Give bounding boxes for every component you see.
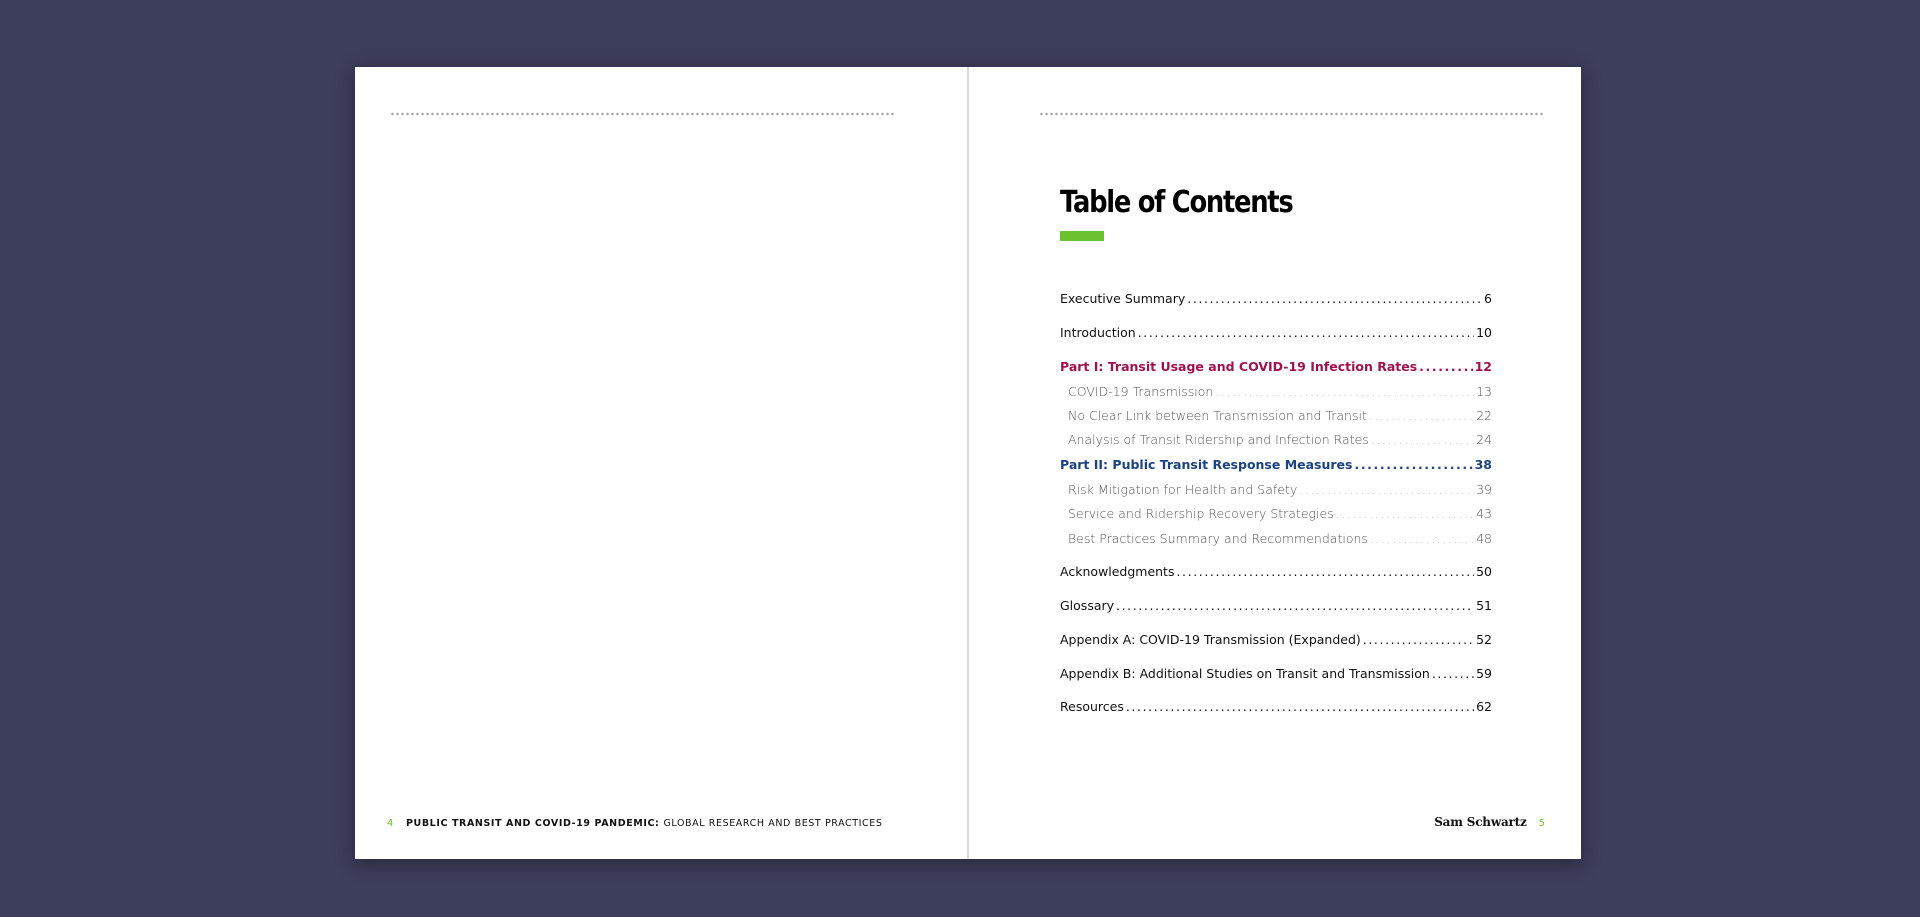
toc-entry-page: 6	[1484, 291, 1492, 306]
toc-entry-label: Introduction	[1060, 325, 1136, 340]
toc-leader	[1369, 408, 1474, 423]
toc-sub-entry[interactable]: Service and Ridership Recovery Strategie…	[1068, 506, 1492, 521]
toc-entry[interactable]: Introduction 10	[1060, 325, 1492, 340]
toc-entry-label: Executive Summary	[1060, 291, 1186, 306]
toc-leader	[1215, 384, 1474, 399]
toc-entry-label: Appendix A: COVID-19 Transmission (Expan…	[1060, 632, 1361, 647]
toc-entry-page: 38	[1474, 457, 1492, 472]
toc-entry[interactable]: Appendix A: COVID-19 Transmission (Expan…	[1060, 632, 1492, 647]
toc-leader	[1363, 632, 1474, 647]
toc-leader	[1126, 699, 1474, 714]
toc-leader	[1187, 291, 1482, 306]
toc-entry-page: 24	[1476, 432, 1492, 447]
toc-leader	[1116, 598, 1474, 613]
toc-entry-label: Resources	[1060, 699, 1124, 714]
toc-sub-entry[interactable]: No Clear Link between Transmission and T…	[1068, 408, 1492, 423]
toc-entry-page: 43	[1476, 506, 1492, 521]
toc-leader	[1138, 325, 1474, 340]
toc-entry-label: No Clear Link between Transmission and T…	[1068, 408, 1367, 423]
toc-entry[interactable]: Glossary 51	[1060, 598, 1492, 613]
toc-leader	[1299, 482, 1474, 497]
left-page: 4 PUBLIC TRANSIT AND COVID-19 PANDEMIC: …	[355, 67, 967, 859]
title-accent-bar	[1060, 231, 1104, 241]
toc-sub-entry[interactable]: Risk Mitigation for Health and Safety 39	[1068, 482, 1492, 497]
dotted-header-rule	[390, 112, 895, 116]
toc-leader	[1371, 432, 1474, 447]
toc-entry-label: Risk Mitigation for Health and Safety	[1068, 482, 1298, 497]
toc-entry-page: 13	[1476, 384, 1492, 399]
toc-entry-label: Glossary	[1060, 598, 1115, 613]
toc-entry[interactable]: Appendix B: Additional Studies on Transi…	[1060, 666, 1492, 681]
toc-leader	[1176, 564, 1474, 579]
toc-leader	[1354, 457, 1472, 472]
toc-leader	[1336, 506, 1474, 521]
toc-leader	[1419, 359, 1472, 374]
running-title-bold: PUBLIC TRANSIT AND COVID-19 PANDEMIC:	[405, 818, 660, 829]
toc-entry-page: 39	[1476, 482, 1492, 497]
book-spread: 4 PUBLIC TRANSIT AND COVID-19 PANDEMIC: …	[355, 67, 1581, 859]
toc-entry-label: Part I: Transit Usage and COVID-19 Infec…	[1060, 359, 1418, 374]
page-number: 4	[387, 818, 394, 829]
toc-entry[interactable]: Executive Summary 6	[1060, 291, 1492, 306]
dotted-header-rule	[1039, 112, 1544, 116]
toc-leader	[1370, 531, 1474, 546]
toc-entry-label: Acknowledgments	[1060, 564, 1175, 579]
toc-entry-page: 50	[1476, 564, 1492, 579]
toc-entry-page: 51	[1476, 598, 1492, 613]
right-page: Table of Contents Executive Summary 6 Int…	[969, 67, 1581, 859]
toc-entry-page: 22	[1476, 408, 1492, 423]
brand-logo-text: Sam Schwartz	[1434, 815, 1527, 829]
toc-entry-label: Service and Ridership Recovery Strategie…	[1068, 506, 1334, 521]
toc-entry[interactable]: Acknowledgments 50	[1060, 564, 1492, 579]
toc-entry-page: 48	[1476, 531, 1492, 546]
page-number: 5	[1538, 818, 1545, 829]
toc-entry-label: Analysis of Transit Ridership and Infect…	[1068, 432, 1369, 447]
running-title-regular: GLOBAL RESEARCH AND BEST PRACTICES	[663, 818, 883, 829]
toc-entry-page: 62	[1476, 699, 1492, 714]
toc-part-heading[interactable]: Part I: Transit Usage and COVID-19 Infec…	[1060, 359, 1492, 374]
toc-entry-page: 59	[1476, 666, 1492, 681]
toc-entry-page: 12	[1474, 359, 1492, 374]
toc-sub-entry[interactable]: Best Practices Summary and Recommendatio…	[1068, 531, 1492, 546]
toc-entry-label: COVID-19 Transmission	[1068, 384, 1214, 399]
page-title: Table of Contents	[1060, 185, 1294, 220]
toc-entry[interactable]: Resources 62	[1060, 699, 1492, 714]
toc-leader	[1432, 666, 1474, 681]
toc-entry-page: 10	[1476, 325, 1492, 340]
toc-entry-label: Best Practices Summary and Recommendatio…	[1068, 531, 1368, 546]
toc-entry-page: 52	[1476, 632, 1492, 647]
toc-part-heading[interactable]: Part II: Public Transit Response Measure…	[1060, 457, 1492, 472]
toc-entry-label: Appendix B: Additional Studies on Transi…	[1060, 666, 1430, 681]
toc-sub-entry[interactable]: COVID-19 Transmission 13	[1068, 384, 1492, 399]
toc-entry-label: Part II: Public Transit Response Measure…	[1060, 457, 1353, 472]
left-page-footer: 4 PUBLIC TRANSIT AND COVID-19 PANDEMIC: …	[387, 818, 883, 829]
toc-sub-entry[interactable]: Analysis of Transit Ridership and Infect…	[1068, 432, 1492, 447]
right-page-footer: Sam Schwartz 5	[1434, 815, 1545, 829]
